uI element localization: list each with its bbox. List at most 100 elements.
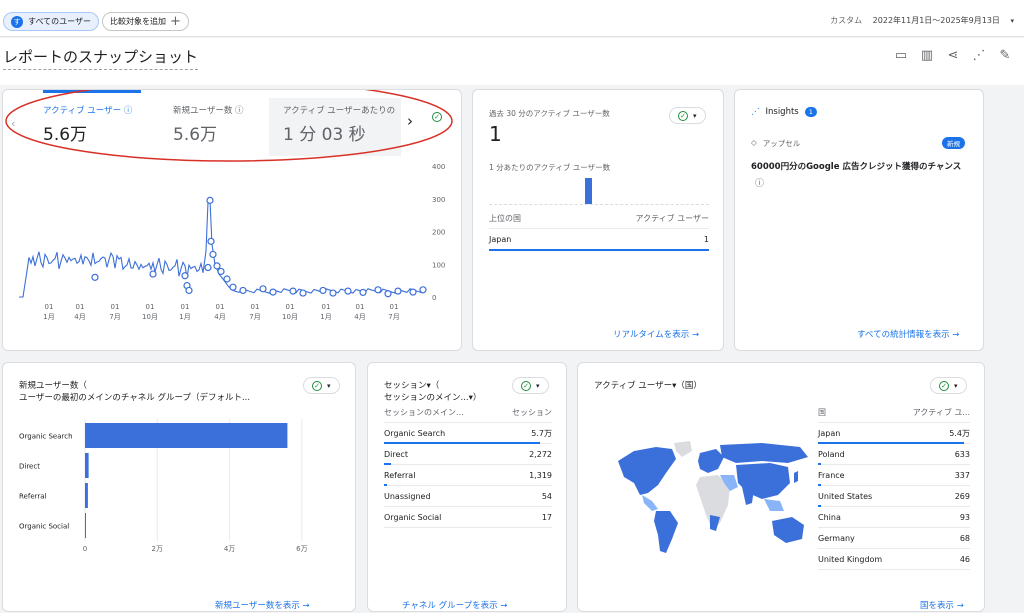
y-tick-label: 200	[432, 229, 445, 237]
row-value: 5.7万	[531, 428, 552, 438]
row-value: 2,272	[529, 449, 552, 459]
share-bar	[489, 249, 709, 251]
row-label: Unassigned	[384, 491, 431, 501]
x-tick-label: 4万	[224, 545, 235, 553]
category-label: Referral	[19, 493, 47, 501]
insights-icon[interactable]: ⋰	[972, 48, 986, 63]
row-value: 337	[954, 470, 970, 480]
anomaly-dot	[229, 283, 237, 291]
check-icon: ✓	[678, 110, 688, 121]
countries-check-button[interactable]: ✓ ▾	[930, 377, 967, 394]
table-row[interactable]: Organic Search 5.7万	[384, 423, 552, 444]
anomaly-dot	[269, 288, 277, 296]
check-icon: ✓	[521, 380, 531, 391]
chevron-down-icon: ▾	[536, 381, 540, 390]
row-label: Japan	[818, 428, 841, 438]
row-label: Poland	[818, 449, 845, 459]
bar	[85, 453, 89, 478]
map-south-america	[654, 511, 678, 553]
table-row[interactable]: United States 269	[818, 486, 970, 507]
table-row[interactable]: Germany 68	[818, 528, 970, 549]
table-row[interactable]: Japan 5.4万	[818, 423, 970, 444]
overview-card: ‹ アクティブ ユーザー ⓘ 5.6万 新規ユーザー数 ⓘ 5.6万 アクティブ…	[2, 89, 462, 351]
anomaly-dot	[299, 289, 307, 297]
page-header: レポートのスナップショット ▭ ▥ ⋖ ⋰ ✎	[0, 38, 1024, 85]
map-north-america	[618, 447, 676, 495]
segment-chip[interactable]: す すべてのユーザー	[3, 12, 99, 31]
top-bar: す すべてのユーザー 比較対象を追加 + カスタム 2022年11月1日～202…	[0, 0, 1024, 37]
overview-chart: 4003002001000 011月014月017月0110月011月014月0…	[5, 90, 453, 321]
chevron-down-icon: ▾	[954, 381, 958, 390]
view-channels-link[interactable]: チャネル グループを表示 →	[402, 599, 507, 611]
x-tick-label: 2万	[152, 545, 163, 553]
compare-icon[interactable]: ▥	[920, 48, 934, 63]
x-tick-label: 01	[216, 303, 225, 311]
table-row[interactable]: Organic Social 17	[384, 507, 552, 528]
plus-icon: +	[170, 14, 181, 29]
table-row[interactable]: Japan 1	[489, 229, 709, 251]
anomaly-dot	[209, 250, 217, 259]
row-value: 633	[954, 449, 970, 459]
add-comparison-label: 比較対象を追加	[110, 17, 166, 26]
view-realtime-link[interactable]: リアルタイムを表示 →	[613, 328, 699, 340]
share-icon[interactable]: ⋖	[946, 48, 960, 63]
map-southeast-asia	[764, 499, 784, 511]
table-row[interactable]: Poland 633	[818, 444, 970, 465]
row-label: Germany	[818, 533, 855, 543]
help-icon[interactable]: ⓘ	[755, 176, 764, 189]
pencil-icon[interactable]: ✎	[998, 48, 1012, 63]
map-europe	[698, 449, 724, 473]
category-labels: Organic Search Direct Referral Organic Soci…	[19, 433, 73, 531]
check-icon: ✓	[939, 380, 949, 391]
table-row[interactable]: France 337	[818, 465, 970, 486]
edit-comparison-icon[interactable]: ▭	[894, 48, 908, 63]
insights-card: ⋰ Insights 1 ◇ アップセル 新規 60000円分のGoogle 広告…	[734, 89, 984, 351]
view-countries-link[interactable]: 国を表示 →	[920, 599, 964, 611]
countries-card: アクティブ ユーザー▾（国） ✓ ▾ 国アクティブ ユ... Japan 5.4万 P…	[577, 362, 985, 612]
chevron-down-icon: ▾	[1010, 17, 1014, 25]
y-tick-label: 400	[432, 163, 445, 171]
insight-text[interactable]: 60000円分のGoogle 広告クレジット獲得のチャンス	[751, 160, 973, 172]
add-comparison-button[interactable]: 比較対象を追加 +	[102, 12, 189, 31]
annotation-ellipse	[5, 90, 453, 162]
date-range-picker[interactable]: カスタム 2022年11月1日～2025年9月13日 ▾	[830, 15, 1014, 26]
table-row[interactable]: United Kingdom 46	[818, 549, 970, 570]
row-value: 5.4万	[949, 428, 970, 438]
x-tick-label: 01	[111, 303, 120, 311]
map-india	[742, 487, 754, 505]
countries-title[interactable]: アクティブ ユーザー▾（国）	[594, 379, 702, 391]
table-row[interactable]: Direct 2,272	[384, 444, 552, 465]
table-row[interactable]: Unassigned 54	[384, 486, 552, 507]
anomaly-dot	[223, 275, 231, 283]
table-header: 国アクティブ ユ...	[818, 403, 970, 423]
view-new-users-link[interactable]: 新規ユーザー数を表示 →	[215, 599, 310, 611]
table-row[interactable]: Referral 1,319	[384, 465, 552, 486]
category-label: Organic Search	[19, 433, 73, 441]
date-range-label: カスタム	[830, 16, 863, 25]
table-row[interactable]: China 93	[818, 507, 970, 528]
row-value: 1,319	[529, 470, 552, 480]
sessions-table: セッションのメイン... セッション Organic Search 5.7万 Dire…	[384, 403, 552, 528]
realtime-check-button[interactable]: ✓ ▾	[669, 107, 706, 124]
anomaly-markers	[91, 196, 427, 298]
y-axis-ticks: 400 300 200 100 0	[432, 163, 445, 302]
anomaly-dot	[207, 237, 215, 245]
x-tick-label: 4月	[74, 313, 85, 321]
x-tick-label: 01	[286, 303, 295, 311]
x-tick-label: 01	[146, 303, 155, 311]
x-tick-label: 01	[181, 303, 190, 311]
x-axis-ticks: 01 1月 01 4月 01 7月 01 10月 01 1月 01 4月 01 7月 01 10月 01 1月 01…	[43, 303, 399, 321]
row-label: China	[818, 512, 841, 522]
sessions-title[interactable]: セッション▾（ セッションのメイン...▾）	[384, 379, 481, 403]
page-title: レポートのスナップショット	[3, 46, 199, 70]
x-tick-label: 7月	[109, 313, 120, 321]
active-users-series-line	[19, 199, 426, 298]
row-value: 54	[541, 491, 552, 501]
anomaly-dot	[91, 273, 99, 281]
view-all-insights-link[interactable]: すべての統計情報を表示 →	[857, 328, 959, 340]
segment-label: すべてのユーザー	[28, 17, 91, 26]
date-range-value: 2022年11月1日～2025年9月13日	[872, 16, 1000, 25]
sessions-check-button[interactable]: ✓ ▾	[512, 377, 549, 394]
map-greenland	[674, 441, 692, 457]
x-tick-label: 10月	[142, 313, 158, 321]
